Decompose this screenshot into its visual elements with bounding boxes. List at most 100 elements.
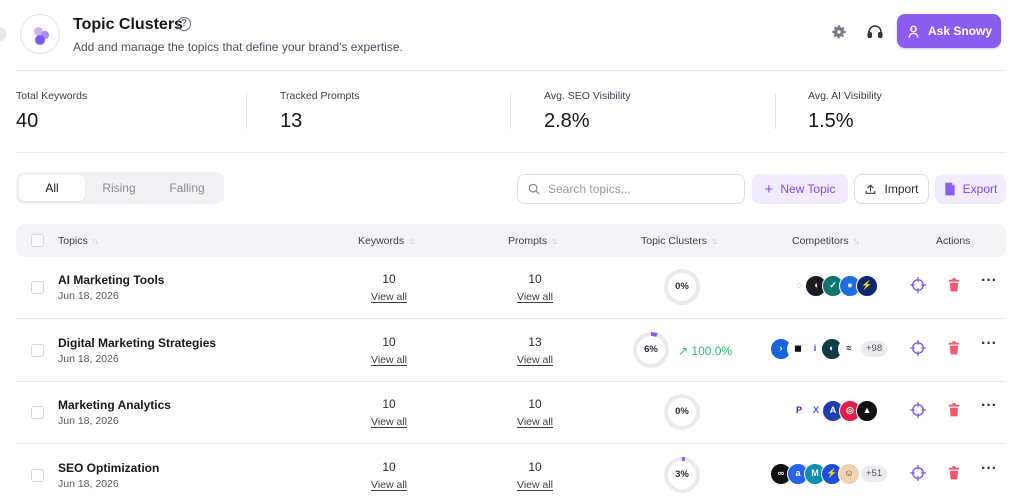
- export-button[interactable]: Export: [935, 174, 1006, 204]
- track-target-icon[interactable]: [909, 401, 927, 419]
- more-options-icon[interactable]: ···: [981, 460, 999, 478]
- column-prompts[interactable]: Prompts ↑↓: [508, 235, 558, 247]
- cluster-percent: 0%: [675, 281, 689, 292]
- cluster-percent: 0%: [675, 406, 689, 417]
- keywords-count: 10: [382, 335, 396, 349]
- plus-icon: +: [764, 180, 774, 198]
- new-topic-button[interactable]: + New Topic: [752, 174, 848, 204]
- delete-icon[interactable]: [945, 276, 963, 294]
- help-icon[interactable]: ?: [177, 17, 191, 31]
- topic-name[interactable]: Digital Marketing Strategies: [58, 336, 216, 350]
- stat-separator: [775, 93, 776, 129]
- headset-icon[interactable]: [866, 23, 884, 41]
- topic-name[interactable]: Marketing Analytics: [58, 398, 171, 412]
- header-divider: [16, 70, 1006, 71]
- stat-label: Avg. AI Visibility: [808, 90, 882, 102]
- topic-name[interactable]: SEO Optimization: [58, 461, 159, 475]
- stat-ai-visibility: Avg. AI Visibility 1.5%: [808, 90, 1024, 133]
- topic-date: Jun 18, 2026: [58, 290, 119, 302]
- row-checkbox[interactable]: [31, 281, 44, 294]
- cluster-progress-ring: 0%: [663, 393, 701, 431]
- snowy-bot-icon: [908, 25, 919, 38]
- face-logo: ☺: [838, 463, 860, 485]
- stats-divider: [16, 152, 1006, 153]
- page-subtitle: Add and manage the topics that define yo…: [73, 40, 403, 54]
- view-all-prompts-link[interactable]: View all: [517, 291, 553, 303]
- prompts-cell: 10 View all: [505, 397, 565, 430]
- prompts-cell: 13 View all: [505, 335, 565, 368]
- prompts-count: 13: [528, 335, 542, 349]
- more-options-icon[interactable]: ···: [981, 272, 999, 290]
- cluster-progress-ring: 3%: [663, 456, 701, 494]
- prompts-cell: 10 View all: [505, 272, 565, 305]
- row-checkbox[interactable]: [31, 344, 44, 357]
- table-header: Topics ↑↓ Keywords ↑↓ Prompts ↑↓ Topic Clus…: [16, 224, 1006, 257]
- search-box: [517, 174, 745, 204]
- competitor-logos[interactable]: ∞ a M ⚡ ☺ +51: [770, 463, 890, 485]
- delete-icon[interactable]: [945, 464, 963, 482]
- column-competitors[interactable]: Competitors ↑↓: [792, 235, 860, 247]
- file-export-icon: [944, 182, 955, 196]
- ask-snowy-label: Ask Snowy: [927, 24, 993, 38]
- view-all-prompts-link[interactable]: View all: [517, 479, 553, 491]
- upload-icon: [866, 183, 876, 194]
- stat-value: 40: [16, 110, 39, 132]
- column-topic-clusters[interactable]: Topic Clusters ↑↓: [641, 235, 718, 247]
- stat-separator: [510, 93, 511, 129]
- more-options-icon[interactable]: ···: [981, 335, 999, 353]
- table-row[interactable]: Marketing Analytics Jun 18, 2026 10 View al…: [16, 381, 1006, 443]
- more-options-icon[interactable]: ···: [981, 397, 999, 415]
- track-target-icon[interactable]: [909, 276, 927, 294]
- page-header: Topic Clusters ? Add and manage the topi…: [0, 0, 1024, 70]
- filter-rising[interactable]: Rising: [86, 175, 152, 201]
- view-all-keywords-link[interactable]: View all: [371, 354, 407, 366]
- more-competitors-badge[interactable]: +98: [861, 341, 888, 357]
- competitor-logos[interactable]: P X A ◎ ▲: [788, 400, 908, 422]
- topic-date: Jun 18, 2026: [58, 353, 119, 365]
- keywords-count: 10: [382, 397, 396, 411]
- select-all-checkbox[interactable]: [31, 234, 44, 247]
- yellow-bolt-logo: ⚡: [856, 275, 878, 297]
- topic-clusters-logo: [20, 14, 60, 54]
- view-all-keywords-link[interactable]: View all: [371, 479, 407, 491]
- competitor-logos[interactable]: › ◼ i ◐ ≈ +98: [770, 338, 890, 360]
- import-button[interactable]: Import: [854, 174, 929, 204]
- table-row[interactable]: AI Marketing Tools Jun 18, 2026 10 View all…: [16, 256, 1006, 318]
- track-target-icon[interactable]: [909, 464, 927, 482]
- stat-label: Avg. SEO Visibility: [544, 90, 631, 102]
- trend-up-indicator: ↗ 100.0%: [678, 344, 732, 358]
- filter-falling[interactable]: Falling: [154, 175, 220, 201]
- stat-separator: [246, 93, 247, 129]
- filter-all[interactable]: All: [19, 175, 85, 201]
- table-row[interactable]: Digital Marketing Strategies Jun 18, 2026…: [16, 319, 1006, 381]
- track-target-icon[interactable]: [909, 339, 927, 357]
- search-input[interactable]: [548, 180, 738, 198]
- topic-date: Jun 18, 2026: [58, 415, 119, 427]
- mountain-logo: ▲: [856, 400, 878, 422]
- row-checkbox[interactable]: [31, 469, 44, 482]
- table-row[interactable]: SEO Optimization Jun 18, 2026 10 View all 10…: [16, 444, 1006, 503]
- more-competitors-badge[interactable]: +51: [861, 466, 888, 482]
- topic-name[interactable]: AI Marketing Tools: [58, 273, 164, 287]
- import-label: Import: [884, 182, 919, 196]
- delete-icon[interactable]: [945, 339, 963, 357]
- view-all-keywords-link[interactable]: View all: [371, 416, 407, 428]
- competitor-logos[interactable]: ◌ ◖ ✓ ● ⚡: [788, 275, 908, 297]
- gear-icon[interactable]: [830, 23, 848, 41]
- keywords-cell: 10 View all: [359, 460, 419, 493]
- view-all-prompts-link[interactable]: View all: [517, 354, 553, 366]
- prompts-count: 10: [528, 272, 542, 286]
- keywords-count: 10: [382, 460, 396, 474]
- column-keywords[interactable]: Keywords ↑↓: [358, 235, 415, 247]
- column-topics[interactable]: Topics ↑↓: [58, 235, 99, 247]
- stat-label: Total Keywords: [16, 90, 88, 102]
- ask-snowy-button[interactable]: Ask Snowy: [897, 14, 1001, 48]
- search-icon: [528, 183, 540, 195]
- cluster-percent: 3%: [675, 469, 689, 480]
- row-checkbox[interactable]: [31, 406, 44, 419]
- column-actions: Actions: [936, 235, 971, 247]
- view-all-prompts-link[interactable]: View all: [517, 416, 553, 428]
- trend-up-icon: ↗: [678, 344, 692, 358]
- delete-icon[interactable]: [945, 401, 963, 419]
- view-all-keywords-link[interactable]: View all: [371, 291, 407, 303]
